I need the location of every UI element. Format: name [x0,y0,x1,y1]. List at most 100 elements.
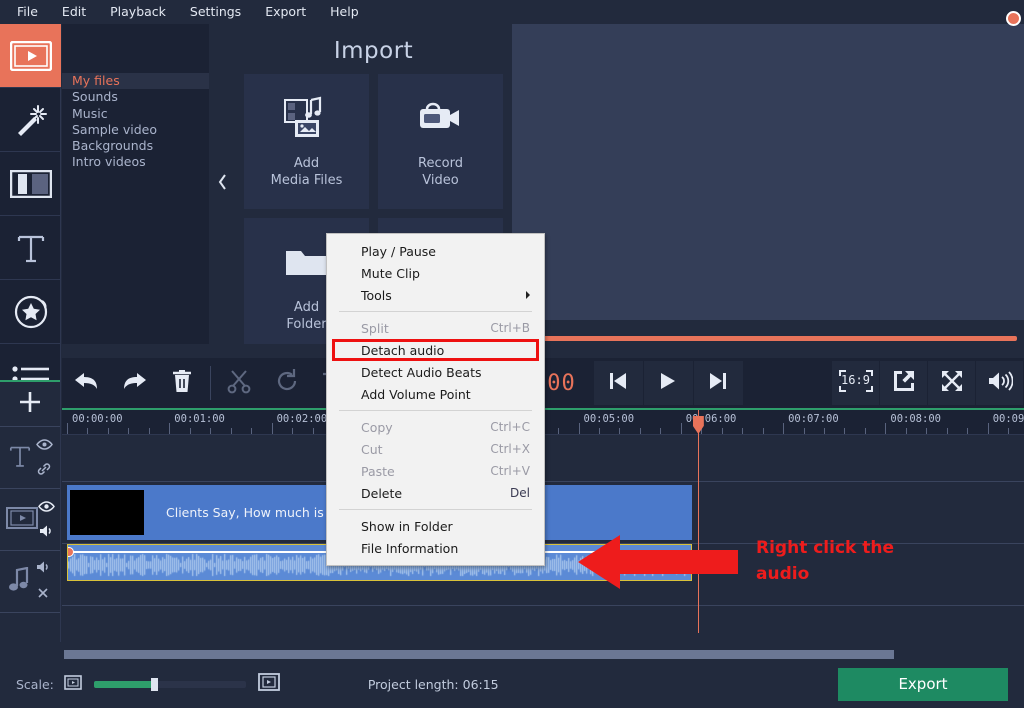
context-menu-item-delete[interactable]: Delete Del [327,482,544,504]
track-header-video[interactable] [0,489,60,551]
aspect-ratio-button[interactable]: 16:9 [832,361,880,405]
menu-item-export[interactable]: Export [256,3,315,22]
menu-item-playback[interactable]: Playback [101,3,175,22]
camcorder-icon [417,94,465,142]
rotate-button[interactable] [263,358,311,408]
category-my-files[interactable]: My files [62,73,209,90]
context-menu-item-tools[interactable]: Tools [327,284,544,306]
fullscreen-button[interactable] [928,361,976,405]
play-icon [658,371,678,395]
scale-slider[interactable] [93,677,246,691]
sidebar-item-import[interactable] [0,24,61,88]
context-menu-item-copy: Copy Ctrl+C [327,416,544,438]
ruler-tick-major [783,423,785,434]
context-menu-item-detect-audio-beats[interactable]: Detect Audio Beats [327,361,544,383]
panel-collapse-strip[interactable] [209,24,235,344]
media-category-panel: My files Sounds Music Sample video Backg… [62,24,209,344]
ruler-tick-minor [926,428,928,434]
eye-icon[interactable] [38,497,55,516]
context-menu-item-cut: Cut Ctrl+X [327,438,544,460]
context-menu-item-file-information[interactable]: File Information [327,537,544,559]
context-menu-item-shortcut: Ctrl+C [490,420,530,434]
ruler-tick-minor [148,428,150,434]
link-icon[interactable] [36,461,52,481]
preview-player[interactable] [512,24,1024,320]
context-menu-item-show-in-folder[interactable]: Show in Folder [327,515,544,537]
sidebar-item-filters[interactable] [0,88,61,152]
category-music[interactable]: Music [62,106,209,122]
record-video-button[interactable]: Record Video [378,74,503,209]
speaker-icon[interactable] [38,523,55,542]
play-button[interactable] [643,361,694,405]
sidebar-item-transitions[interactable] [0,152,61,216]
trash-icon [171,368,193,398]
ruler-tick-major [271,423,273,434]
small-frame-icon[interactable] [64,674,82,694]
ruler-tick-minor [312,428,314,434]
ruler-tick-minor [844,428,846,434]
menu-item-settings[interactable]: Settings [181,3,250,22]
category-sounds[interactable]: Sounds [62,89,209,105]
timeline-scrollbar[interactable] [62,648,1024,660]
category-backgrounds[interactable]: Backgrounds [62,138,209,154]
annotation-line-1: Right click the [756,538,895,558]
expand-arrow-icon [892,369,916,397]
ruler-tick-minor [619,428,621,434]
add-track-button[interactable] [0,380,60,427]
context-menu-item-add-volume-point[interactable]: Add Volume Point [327,383,544,405]
sidebar-item-titles[interactable] [0,216,61,280]
ruler-tick-major [578,423,580,434]
history-button-group [62,358,206,408]
context-menu-item-label: Mute Clip [361,265,420,281]
music-note-icon [8,566,30,597]
context-menu-item-mute-clip[interactable]: Mute Clip [327,262,544,284]
scale-slider-handle[interactable] [150,677,158,691]
context-menu-item-detach-audio[interactable]: Detach audio [327,339,544,361]
playhead-line[interactable] [697,410,699,633]
menu-item-file[interactable]: File [8,3,47,22]
undo-arrow-icon [73,370,100,396]
unlink-icon[interactable] [35,585,51,605]
menu-item-edit[interactable]: Edit [53,3,95,22]
seek-handle[interactable] [1006,11,1021,26]
text-track-toggles [35,435,53,481]
add-media-files-label: Add Media Files [271,155,343,189]
expand-preview-button[interactable] [880,361,928,405]
undo-button[interactable] [62,358,110,408]
context-menu-item-play-pause[interactable]: Play / Pause [327,240,544,262]
ruler-tick-minor [742,428,744,434]
redo-button[interactable] [110,358,158,408]
prev-frame-button[interactable] [593,361,644,405]
clip-title: Clients Say, How much is it [166,505,337,520]
seek-track[interactable] [512,336,1017,341]
media-category-list: My files Sounds Music Sample video Backg… [62,24,209,171]
export-button[interactable]: Export [838,667,1008,701]
sidebar-item-stickers[interactable] [0,280,61,344]
large-frame-icon[interactable] [257,673,280,695]
context-menu-item-label: Delete [361,485,403,501]
delete-button[interactable] [158,358,206,408]
tile-line-1: Add [293,300,320,315]
category-sample-video[interactable]: Sample video [62,122,209,138]
menu-item-help[interactable]: Help [321,3,368,22]
volume-button[interactable] [976,361,1024,405]
timeline-scrollbar-thumb[interactable] [64,650,894,659]
clip-context-menu[interactable]: Play / Pause Mute Clip Tools Split Ctrl+B Det… [326,233,545,566]
toolbar-divider [210,366,211,400]
scale-label: Scale: [16,676,54,692]
split-button[interactable] [215,358,263,408]
add-media-files-button[interactable]: Add Media Files [244,74,369,209]
speaker-icon[interactable] [35,559,52,578]
category-intro-videos[interactable]: Intro videos [62,154,209,170]
ruler-label: 00:00:00 [72,413,123,425]
film-icon [6,506,38,533]
tile-line-2: Media Files [270,173,343,188]
track-header-audio[interactable] [0,551,60,613]
eye-icon[interactable] [35,435,53,454]
preview-seek-bar[interactable] [512,320,1024,356]
track-header-text[interactable] [0,427,60,489]
ruler-tick-minor [107,428,109,434]
context-menu-separator [339,311,532,312]
next-frame-button[interactable] [693,361,744,405]
ruler-label: 00:09:00 [992,413,1024,425]
